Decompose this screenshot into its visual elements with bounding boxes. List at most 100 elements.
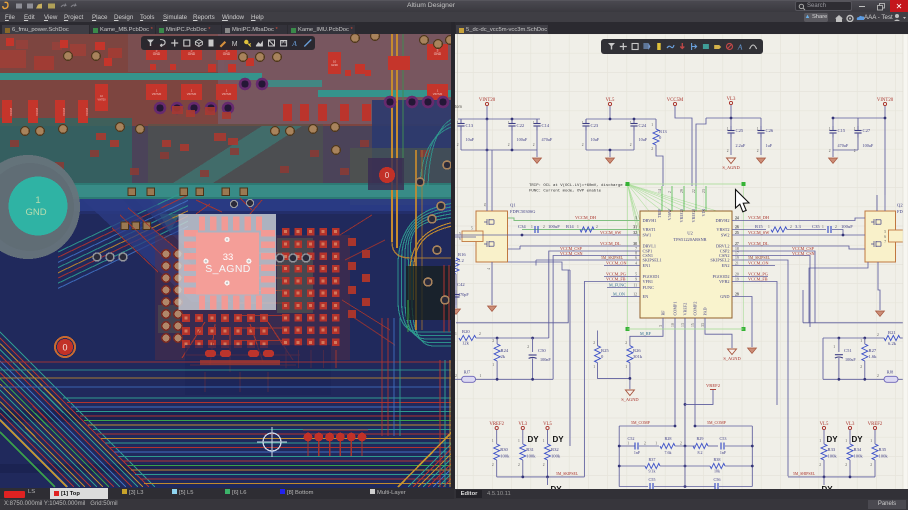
svg-text:R15: R15 <box>755 224 763 229</box>
svg-text:DY: DY <box>552 435 564 444</box>
svg-text:R31: R31 <box>526 447 534 452</box>
svg-text:27: 27 <box>735 242 739 246</box>
svg-text:R21: R21 <box>888 330 896 335</box>
svg-text:2: 2 <box>819 463 821 467</box>
svg-text:VCCM_CSN: VCCM_CSN <box>560 251 583 256</box>
svg-text:2: 2 <box>860 365 862 369</box>
svg-text:28: 28 <box>735 293 739 297</box>
svg-text:9: 9 <box>635 277 637 281</box>
svg-text:VINT20: VINT20 <box>187 92 197 96</box>
svg-text:2: 2 <box>533 143 535 147</box>
svg-text:10uF: 10uF <box>591 137 600 142</box>
svg-text:2: 2 <box>790 225 792 229</box>
svg-text:VCCM_CSN: VCCM_CSN <box>792 251 815 256</box>
svg-text:1: 1 <box>854 127 856 131</box>
svg-text:7: 7 <box>884 240 886 244</box>
svg-text:VL3: VL3 <box>846 422 855 427</box>
svg-text:VL3: VL3 <box>518 422 527 427</box>
svg-text:V5SW: V5SW <box>667 209 672 220</box>
svg-text:C35: C35 <box>812 224 820 229</box>
svg-text:S_AGND: S_AGND <box>205 263 251 275</box>
svg-text:R24: R24 <box>501 348 509 353</box>
svg-text:6: 6 <box>884 235 886 239</box>
svg-text:TPS51220ARSNR: TPS51220ARSNR <box>673 237 706 242</box>
svg-text:R30: R30 <box>500 447 508 452</box>
svg-text:VCCM_DH: VCCM_DH <box>748 215 769 220</box>
svg-text:31: 31 <box>633 225 637 229</box>
svg-text:33: 33 <box>701 323 705 327</box>
svg-text:25: 25 <box>735 231 739 235</box>
svg-text:VBST1: VBST1 <box>643 227 656 232</box>
svg-text:2: 2 <box>527 345 529 349</box>
svg-text:R13: R13 <box>659 129 667 134</box>
svg-text:2: 2 <box>625 341 627 345</box>
svg-text:2: 2 <box>596 225 598 229</box>
svg-text:VCCM_ON: VCCM_ON <box>606 261 626 266</box>
svg-text:VINT20: VINT20 <box>877 98 894 103</box>
svg-text:23: 23 <box>702 189 706 193</box>
svg-text:2: 2 <box>727 149 729 153</box>
svg-text:1: 1 <box>577 225 579 229</box>
svg-text:5: 5 <box>635 272 637 276</box>
svg-text:VCCM_DH: VCCM_DH <box>575 215 596 220</box>
svg-text:C53: C53 <box>720 436 727 441</box>
svg-text:GND: GND <box>434 52 442 56</box>
svg-text:R26: R26 <box>633 348 641 353</box>
svg-text:20: 20 <box>735 272 739 276</box>
svg-text:17: 17 <box>735 251 739 255</box>
svg-text:C25: C25 <box>736 128 744 133</box>
svg-text:R28: R28 <box>665 436 672 441</box>
svg-text:12: 12 <box>633 292 637 296</box>
svg-text:14: 14 <box>658 189 662 193</box>
svg-text:1: 1 <box>630 121 632 125</box>
svg-text:2: 2 <box>518 463 520 467</box>
svg-text:VCCM_DL: VCCM_DL <box>748 241 769 246</box>
svg-text:2: 2 <box>829 149 831 153</box>
svg-text:2: 2 <box>877 333 879 337</box>
svg-text:3: 3 <box>659 325 663 327</box>
svg-text:11: 11 <box>633 283 637 287</box>
svg-text:4: 4 <box>487 268 491 270</box>
svg-text:FUNC: Current mode, OVP enable: FUNC: Current mode, OVP enable <box>529 189 602 194</box>
svg-text:2: 2 <box>492 339 494 343</box>
svg-text:10k: 10k <box>714 469 720 474</box>
svg-text:12k: 12k <box>462 341 470 346</box>
svg-text:24: 24 <box>735 216 739 220</box>
svg-text:C55: C55 <box>649 477 656 482</box>
svg-text:22: 22 <box>692 189 696 193</box>
svg-text:C50: C50 <box>538 348 546 353</box>
svg-text:6: 6 <box>459 237 461 241</box>
svg-text:S_AGND: S_AGND <box>722 165 739 170</box>
svg-text:RJ8: RJ8 <box>887 370 894 375</box>
svg-text:1: 1 <box>727 127 729 131</box>
svg-text:2: 2 <box>757 149 759 153</box>
svg-text:R35: R35 <box>879 447 887 452</box>
svg-text:COMP2: COMP2 <box>693 302 698 316</box>
svg-text:R38: R38 <box>714 457 721 462</box>
svg-text:100uF: 100uF <box>548 224 560 229</box>
svg-text:1: 1 <box>757 127 759 131</box>
svg-text:VINT20: VINT20 <box>433 92 443 96</box>
svg-text:R32: R32 <box>551 447 559 452</box>
svg-text:C42: C42 <box>457 282 465 287</box>
svg-text:R37: R37 <box>649 457 656 462</box>
svg-text:C13: C13 <box>466 123 474 128</box>
svg-text:R14: R14 <box>566 224 574 229</box>
svg-text:VCCM_SW: VCCM_SW <box>600 230 622 235</box>
svg-text:C15: C15 <box>838 128 846 133</box>
svg-text:TRIP: OCL at V(OCL-LV)=+60mV,: TRIP: OCL at V(OCL-LV)=+60mV, discharge … <box>529 183 630 188</box>
svg-text:100k: 100k <box>854 454 864 459</box>
svg-text:M_RF: M_RF <box>640 331 652 336</box>
svg-text:1nF: 1nF <box>634 450 641 455</box>
svg-text:VCCM: VCCM <box>35 108 39 116</box>
svg-text:DRVH1: DRVH1 <box>643 218 657 223</box>
svg-text:M_ON: M_ON <box>613 292 625 297</box>
svg-text:1: 1 <box>533 121 535 125</box>
svg-text:3.3: 3.3 <box>795 224 801 229</box>
svg-text:1: 1 <box>35 195 40 206</box>
svg-text:8: 8 <box>635 251 637 255</box>
svg-text:2: 2 <box>644 442 646 446</box>
svg-text:100k: 100k <box>551 454 561 459</box>
svg-text:1: 1 <box>655 442 657 446</box>
svg-text:19: 19 <box>735 277 739 281</box>
